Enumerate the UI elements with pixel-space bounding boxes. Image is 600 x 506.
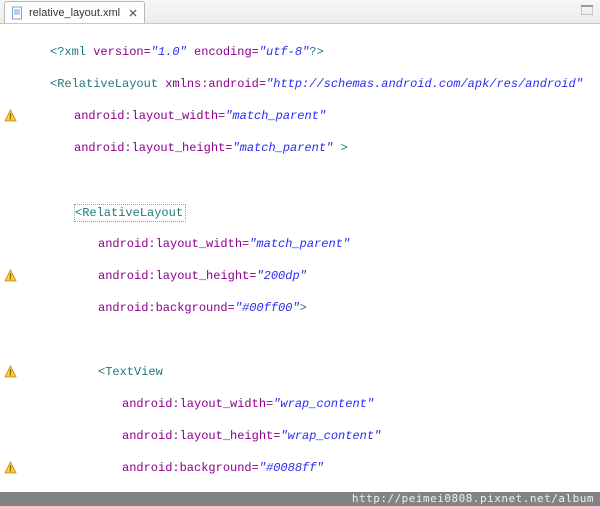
code-line: <RelativeLayout <box>26 204 600 220</box>
minimize-pane-button[interactable] <box>578 2 596 18</box>
code-line: android:layout_width="wrap_content" <box>26 396 600 412</box>
code-line: android:layout_width="match_parent" <box>26 236 600 252</box>
code-line: <?xml version="1.0" encoding="utf-8"?> <box>26 44 600 60</box>
editor-tabbar: relative_layout.xml <box>0 0 600 24</box>
code-line: android:layout_height="wrap_content" <box>26 428 600 444</box>
xml-file-icon <box>11 6 25 20</box>
code-content[interactable]: <?xml version="1.0" encoding="utf-8"?> <… <box>22 24 600 492</box>
code-line: <RelativeLayout xmlns:android="http://sc… <box>26 76 600 92</box>
tab-title: relative_layout.xml <box>29 7 120 19</box>
close-icon[interactable] <box>128 8 138 18</box>
blank-line <box>26 172 600 188</box>
code-line: android:layout_width="match_parent" <box>26 108 600 124</box>
code-line: android:background="#0088ff" <box>26 460 600 476</box>
watermark-footer: http://peimei0808.pixnet.net/album <box>0 492 600 506</box>
warning-icon[interactable] <box>3 364 17 378</box>
blank-line <box>26 332 600 348</box>
code-line: android:layout_height="200dp" <box>26 268 600 284</box>
warning-icon[interactable] <box>3 460 17 474</box>
warning-icon[interactable] <box>3 108 17 122</box>
warning-icon[interactable] <box>3 268 17 282</box>
file-tab[interactable]: relative_layout.xml <box>4 1 145 23</box>
editor-area: <?xml version="1.0" encoding="utf-8"?> <… <box>0 24 600 492</box>
code-line: android:layout_height="match_parent" > <box>26 140 600 156</box>
gutter <box>0 24 22 492</box>
code-line: android:background="#00ff00"> <box>26 300 600 316</box>
code-line: <TextView <box>26 364 600 380</box>
